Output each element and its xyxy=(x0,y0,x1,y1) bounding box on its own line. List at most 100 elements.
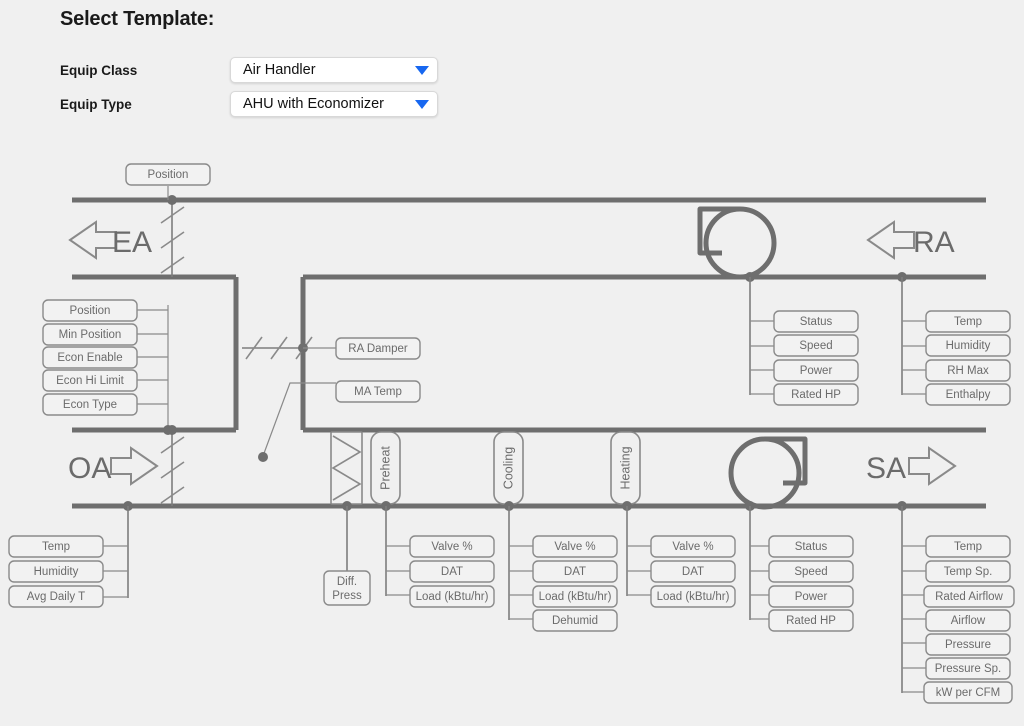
label-preheat-load: Load (kBtu/hr) xyxy=(410,586,494,607)
label-rf-speed: Speed xyxy=(774,335,858,356)
label-oa-temp: Temp xyxy=(9,536,103,557)
label-text: Power xyxy=(795,591,828,603)
label-text: Press xyxy=(332,590,362,602)
econ-point-node xyxy=(163,425,173,435)
preheat-coil-label: Preheat xyxy=(379,446,393,490)
label-sa-temp-sp: Temp Sp. xyxy=(926,561,1010,582)
return-fan-point-connectors xyxy=(750,321,774,394)
label-text: Diff. xyxy=(337,576,357,588)
label-text: Valve % xyxy=(672,541,713,553)
heating-point-connectors xyxy=(627,546,651,595)
supply-fan-icon xyxy=(731,439,805,507)
label-sa-kw-per-cfm: kW per CFM xyxy=(924,682,1012,703)
label-econ-position: Position xyxy=(43,300,137,321)
label-text: Airflow xyxy=(951,615,986,627)
return-air-point-connectors xyxy=(902,321,926,394)
label-text: Status xyxy=(800,316,833,328)
label-econ-enable: Econ Enable xyxy=(43,347,137,368)
label-text: Rated HP xyxy=(791,389,841,401)
oa-label: OA xyxy=(68,452,111,485)
label-heating-dat: DAT xyxy=(651,561,735,582)
label-cooling-dehumid: Dehumid xyxy=(533,610,617,631)
label-sf-rated-hp: Rated HP xyxy=(769,610,853,631)
ra-arrow-icon xyxy=(868,222,914,258)
label-preheat-dat: DAT xyxy=(410,561,494,582)
label-text: Load (kBtu/hr) xyxy=(657,591,730,603)
label-sf-status: Status xyxy=(769,536,853,557)
label-oa-humidity: Humidity xyxy=(9,561,103,582)
equip-class-label: Equip Class xyxy=(60,63,230,78)
oa-arrow-icon xyxy=(111,448,157,484)
label-preheat-valve: Valve % xyxy=(410,536,494,557)
label-text: DAT xyxy=(564,566,586,578)
cooling-coil-label: Cooling xyxy=(502,447,516,489)
label-ra-enthalpy: Enthalpy xyxy=(926,384,1010,405)
label-text: Econ Hi Limit xyxy=(56,375,125,387)
label-text: RH Max xyxy=(947,365,989,377)
label-text: Valve % xyxy=(431,541,472,553)
label-text: Valve % xyxy=(554,541,595,553)
label-ra-humidity: Humidity xyxy=(926,335,1010,356)
label-sa-rated-airflow: Rated Airflow xyxy=(924,586,1014,607)
label-filter-diff-press: Diff. Press xyxy=(324,571,370,605)
sa-arrow-icon xyxy=(909,448,955,484)
label-text: Dehumid xyxy=(552,615,598,627)
label-text: MA Temp xyxy=(354,386,402,398)
preheat-point-connectors xyxy=(386,546,410,595)
label-text: Load (kBtu/hr) xyxy=(416,591,489,603)
ea-arrow-icon xyxy=(70,222,116,258)
page-title: Select Template: xyxy=(60,8,214,31)
label-text: Pressure Sp. xyxy=(935,663,1001,675)
equip-type-select[interactable]: AHU with Economizer xyxy=(230,91,438,117)
label-text: Temp xyxy=(954,541,982,553)
label-sf-power: Power xyxy=(769,586,853,607)
label-cooling-dat: DAT xyxy=(533,561,617,582)
equip-class-select[interactable]: Air Handler xyxy=(230,57,438,83)
label-text: Temp xyxy=(954,316,982,328)
label-rf-power: Power xyxy=(774,360,858,381)
label-text: DAT xyxy=(441,566,463,578)
econ-point-connectors xyxy=(137,310,168,404)
equip-class-row: Equip Class Air Handler xyxy=(60,57,438,83)
label-text: Econ Type xyxy=(63,399,117,411)
label-sf-speed: Speed xyxy=(769,561,853,582)
label-sa-pressure-sp: Pressure Sp. xyxy=(926,658,1010,679)
label-text: Status xyxy=(795,541,828,553)
label-text: Avg Daily T xyxy=(27,591,85,603)
label-text: Econ Enable xyxy=(57,352,122,364)
label-text: Position xyxy=(70,305,111,317)
label-text: Humidity xyxy=(34,566,79,578)
label-text: DAT xyxy=(682,566,704,578)
label-ra-rh-max: RH Max xyxy=(926,360,1010,381)
label-rf-rated-hp: Rated HP xyxy=(774,384,858,405)
label-text: Power xyxy=(800,365,833,377)
label-cooling-load: Load (kBtu/hr) xyxy=(533,586,617,607)
ahu-schematic: EA RA OA SA Preheat Cooling Heating Posi… xyxy=(0,130,1024,726)
label-text: Min Position xyxy=(59,329,122,341)
label-text: Speed xyxy=(799,340,832,352)
label-text: Pressure xyxy=(945,639,991,651)
label-text: Temp Sp. xyxy=(944,566,993,578)
label-rf-status: Status xyxy=(774,311,858,332)
outside-air-point-connectors xyxy=(103,546,128,597)
sa-label: SA xyxy=(866,452,906,485)
label-text: Rated Airflow xyxy=(935,591,1003,603)
label-text: Load (kBtu/hr) xyxy=(539,591,612,603)
cooling-coil: Cooling xyxy=(494,432,523,504)
label-sa-airflow: Airflow xyxy=(926,610,1010,631)
label-text: RA Damper xyxy=(348,343,408,355)
label-ma-temp: MA Temp xyxy=(336,381,420,402)
label-econ-type: Econ Type xyxy=(43,394,137,415)
preheat-coil: Preheat xyxy=(371,432,400,504)
label-heating-valve: Valve % xyxy=(651,536,735,557)
label-text: Enthalpy xyxy=(946,389,991,401)
label-text: Humidity xyxy=(946,340,991,352)
label-sa-pressure: Pressure xyxy=(926,634,1010,655)
heating-coil: Heating xyxy=(611,432,640,504)
label-text: Rated HP xyxy=(786,615,836,627)
supply-air-point-connectors xyxy=(902,546,926,692)
label-cooling-valve: Valve % xyxy=(533,536,617,557)
filter-icon xyxy=(331,432,362,504)
label-ea-position: Position xyxy=(126,164,210,185)
label-text: Temp xyxy=(42,541,70,553)
